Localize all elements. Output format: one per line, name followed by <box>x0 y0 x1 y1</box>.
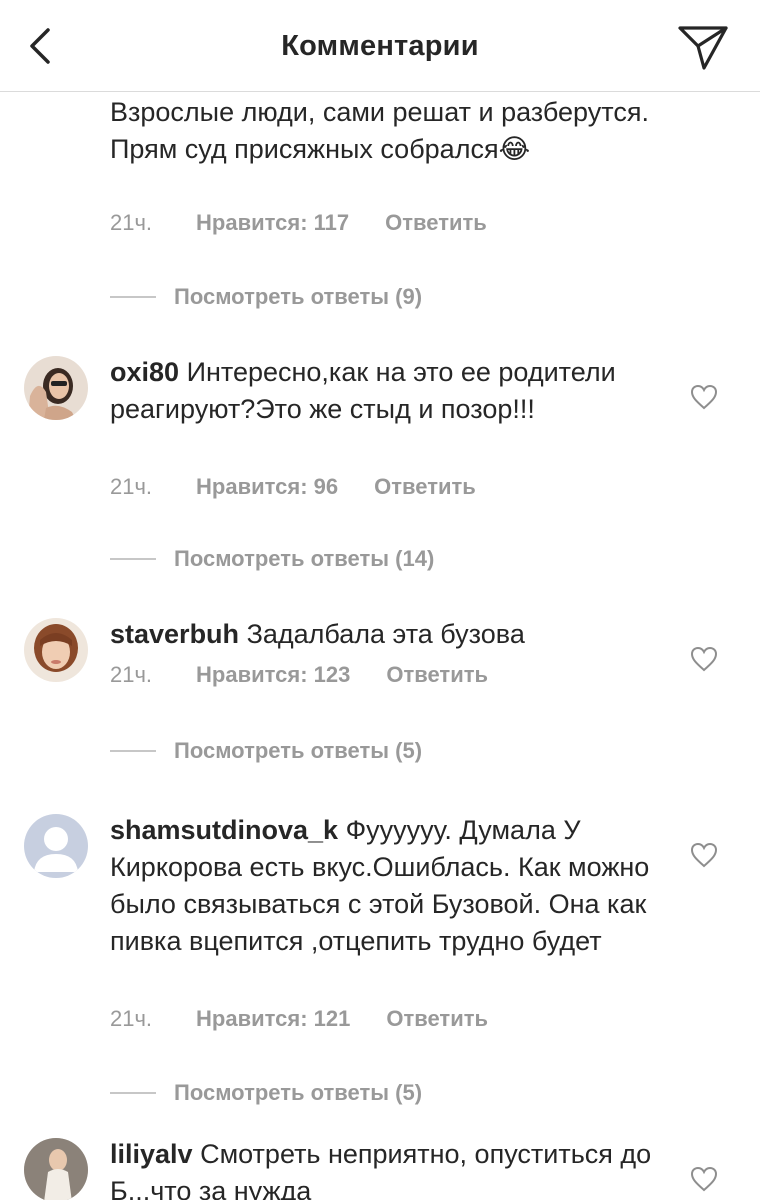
divider-line <box>110 296 156 298</box>
heart-outline-icon <box>690 1166 718 1192</box>
divider-line <box>110 1092 156 1094</box>
comment-time: 21ч. <box>110 1006 153 1031</box>
like-button[interactable] <box>690 1166 718 1192</box>
avatar[interactable] <box>24 1138 88 1200</box>
comment-likes[interactable]: Нравится: 123 <box>196 662 350 688</box>
comment-time: 21ч. <box>110 662 153 687</box>
comment-meta: 21ч. Нравится: 121 Ответить <box>110 1006 488 1036</box>
view-replies-button[interactable]: Посмотреть ответы (14) <box>110 546 434 576</box>
view-replies-label: Посмотреть ответы (5) <box>174 738 423 763</box>
reply-button[interactable]: Ответить <box>385 210 487 236</box>
comment-text: Интересно,как на это ее родители реагиру… <box>110 357 616 424</box>
divider-line <box>110 750 156 752</box>
view-replies-label: Посмотреть ответы (9) <box>174 284 423 309</box>
comment-body: liliyalv Смотреть неприятно, опуститься … <box>110 1136 670 1200</box>
view-replies-button[interactable]: Посмотреть ответы (5) <box>110 738 422 768</box>
username[interactable]: oxi80 <box>110 357 179 387</box>
heart-outline-icon <box>690 384 718 410</box>
share-button[interactable] <box>676 22 730 72</box>
comment-meta: 21ч. Нравится: 117 Ответить <box>110 210 487 240</box>
username[interactable]: staverbuh <box>110 619 239 649</box>
comment-meta: 21ч. Нравится: 96 Ответить <box>110 474 476 504</box>
heart-outline-icon <box>690 842 718 868</box>
username[interactable]: shamsutdinova_k <box>110 815 338 845</box>
comment-time: 21ч. <box>110 210 153 235</box>
comment-meta: 21ч. Нравится: 123 Ответить <box>110 662 488 692</box>
view-replies-button[interactable]: Посмотреть ответы (9) <box>110 284 422 314</box>
view-replies-label: Посмотреть ответы (5) <box>174 1080 423 1105</box>
reply-button[interactable]: Ответить <box>374 474 476 500</box>
page-title: Комментарии <box>281 30 479 62</box>
divider-line <box>110 558 156 560</box>
comments-list: Взрослые люди, сами решат и разберутся. … <box>0 92 760 1200</box>
username[interactable]: liliyalv <box>110 1139 193 1169</box>
reply-button[interactable]: Ответить <box>386 662 488 688</box>
avatar[interactable] <box>24 814 88 878</box>
like-button[interactable] <box>690 646 718 672</box>
paper-plane-icon <box>678 26 728 70</box>
comment-time: 21ч. <box>110 474 153 499</box>
comment-body: shamsutdinova_k Фуууууу. Думала У Киркор… <box>110 812 670 960</box>
comment-body: staverbuh Задалбала эта бузова <box>110 616 670 653</box>
reply-button[interactable]: Ответить <box>386 1006 488 1032</box>
heart-outline-icon <box>690 646 718 672</box>
like-button[interactable] <box>690 842 718 868</box>
comment-likes[interactable]: Нравится: 117 <box>196 210 349 236</box>
comment-text: Взрослые люди, сами решат и разберутся. … <box>110 97 649 164</box>
comment-likes[interactable]: Нравится: 121 <box>196 1006 350 1032</box>
view-replies-label: Посмотреть ответы (14) <box>174 546 435 571</box>
avatar[interactable] <box>24 356 88 420</box>
header-bar: Комментарии <box>0 0 760 92</box>
view-replies-button[interactable]: Посмотреть ответы (5) <box>110 1080 422 1110</box>
comment-body: oxi80 Интересно,как на это ее родители р… <box>110 354 670 428</box>
like-button[interactable] <box>690 384 718 410</box>
avatar[interactable] <box>24 618 88 682</box>
comment-text: Задалбала эта бузова <box>246 619 525 649</box>
comment-likes[interactable]: Нравится: 96 <box>196 474 338 500</box>
